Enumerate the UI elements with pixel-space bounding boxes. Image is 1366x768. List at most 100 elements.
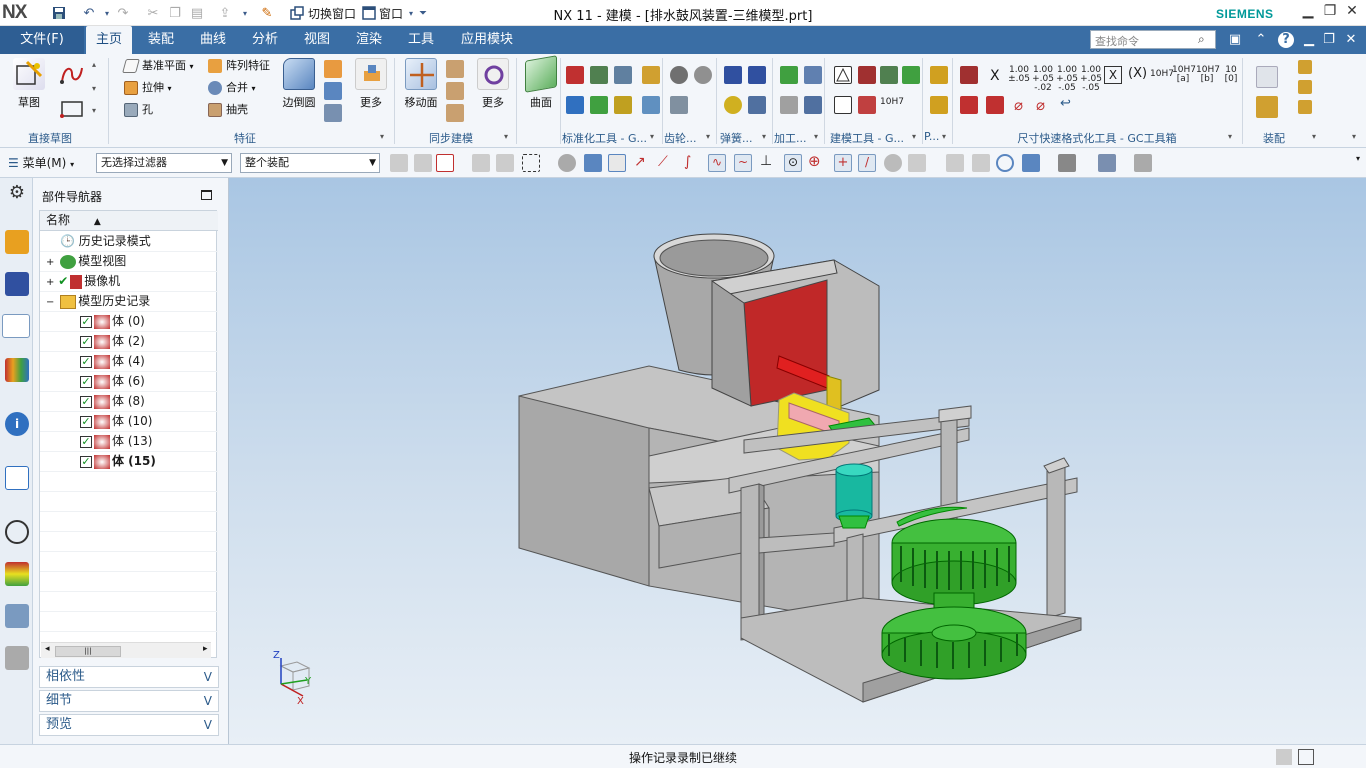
- tab-curve[interactable]: 曲线: [192, 26, 234, 54]
- selection-tool-icon[interactable]: [496, 154, 514, 172]
- chamfer-icon[interactable]: [324, 60, 342, 78]
- machining-icon[interactable]: [804, 66, 822, 84]
- redo-icon[interactable]: ↷: [114, 4, 132, 22]
- scrollbar-thumb[interactable]: |||: [55, 646, 121, 657]
- spring-icon[interactable]: [724, 66, 742, 84]
- modeling-tool-icon[interactable]: [858, 66, 876, 84]
- window-icon[interactable]: [360, 4, 378, 22]
- assembly-tool-icon[interactable]: [1298, 60, 1312, 74]
- tree-row-body[interactable]: ✓ 体 (4): [40, 352, 218, 372]
- rectangle-select-icon[interactable]: [522, 154, 540, 172]
- reuse-library-icon[interactable]: [5, 358, 29, 382]
- modeling-tool-icon[interactable]: [858, 96, 876, 114]
- history-icon[interactable]: [5, 520, 29, 544]
- quick-access-customize-icon[interactable]: ⏷: [414, 4, 432, 22]
- fit-10h7-icon[interactable]: 10H7 [b]: [1196, 66, 1220, 84]
- ribbon-display-icon[interactable]: ▣: [1226, 31, 1244, 49]
- gear-icon[interactable]: [670, 66, 688, 84]
- modeling-tool-icon[interactable]: [902, 66, 920, 84]
- standard-tool-icon[interactable]: [614, 96, 632, 114]
- horizontal-scrollbar[interactable]: ◂ ||| ▸: [41, 642, 211, 658]
- scroll-left-icon[interactable]: ◂: [45, 644, 50, 654]
- remove-tolerance-icon[interactable]: X: [990, 68, 1000, 84]
- tab-view[interactable]: 视图: [296, 26, 338, 54]
- minimize-icon[interactable]: ▁: [1298, 3, 1318, 23]
- fit-10-icon[interactable]: 10 [0]: [1220, 66, 1242, 84]
- tab-analysis[interactable]: 分析: [244, 26, 286, 54]
- tree-row-model-history[interactable]: − 模型历史记录: [40, 292, 218, 312]
- close-icon[interactable]: ✕: [1342, 3, 1362, 23]
- preview-panel[interactable]: 预览 V: [39, 714, 219, 736]
- tree-row-cameras[interactable]: + ✔ 摄像机: [40, 272, 218, 292]
- system-materials-icon[interactable]: [5, 562, 29, 586]
- tab-tools[interactable]: 工具: [400, 26, 442, 54]
- unite-button[interactable]: 合并 ▾: [208, 78, 256, 98]
- part-navigator-icon[interactable]: [2, 314, 30, 338]
- standard-tool-icon[interactable]: [614, 66, 632, 84]
- help-icon[interactable]: ?: [1278, 32, 1294, 48]
- collapse-ribbon-icon[interactable]: ⌃: [1252, 31, 1270, 49]
- diameter-icon[interactable]: ⌀: [1014, 96, 1023, 114]
- tree-row-history-mode[interactable]: 🕒 历史记录模式: [40, 232, 218, 252]
- control-point-icon[interactable]: ∿: [708, 154, 726, 172]
- process-studio-icon[interactable]: [5, 604, 29, 628]
- tab-applications[interactable]: 应用模块: [452, 26, 522, 54]
- sketch-button[interactable]: 草图: [8, 58, 50, 118]
- offset-region-icon[interactable]: [446, 82, 464, 100]
- render-style-icon[interactable]: [1058, 154, 1076, 172]
- tree-row-body-current[interactable]: ✓ 体 (15): [40, 452, 218, 472]
- tree-row-model-views[interactable]: + 模型视图: [40, 252, 218, 272]
- repeat-command-icon[interactable]: ⇪: [216, 4, 234, 22]
- machining-icon[interactable]: [780, 66, 798, 84]
- arc-center-icon[interactable]: ⊙: [784, 154, 802, 172]
- checkbox[interactable]: ✓: [80, 315, 92, 328]
- group-options-icon[interactable]: ▾: [706, 132, 710, 141]
- graphics-window[interactable]: Z Y X: [229, 178, 1366, 744]
- maximize-icon[interactable]: [201, 190, 212, 200]
- settings-icon[interactable]: ⚙: [5, 182, 29, 206]
- search-icon[interactable]: ⌕: [1198, 32, 1212, 46]
- bounded-grid-icon[interactable]: [908, 154, 926, 172]
- selection-scope-dropdown[interactable]: 整个装配 ▼: [240, 153, 380, 173]
- selection-info-icon[interactable]: [1276, 749, 1292, 765]
- spring-tool-icon[interactable]: [724, 96, 742, 114]
- end-point-icon[interactable]: ↗: [634, 154, 646, 170]
- tree-row-body[interactable]: ✓ 体 (10): [40, 412, 218, 432]
- box-x-icon[interactable]: X: [1104, 66, 1122, 84]
- group-options-icon[interactable]: ▾: [504, 132, 508, 141]
- selection-intent-icon[interactable]: [414, 154, 432, 172]
- extrude-button[interactable]: 拉伸 ▾: [124, 78, 172, 98]
- dependencies-panel[interactable]: 相依性 V: [39, 666, 219, 688]
- feature-more-button[interactable]: 更多: [350, 58, 392, 118]
- checkbox[interactable]: ✓: [80, 375, 92, 388]
- existing-point-icon[interactable]: +: [834, 154, 852, 172]
- p-tool-icon[interactable]: [930, 96, 948, 114]
- triangle-icon[interactable]: [834, 66, 852, 84]
- tab-render[interactable]: 渲染: [348, 26, 390, 54]
- show-hide-icon[interactable]: [1134, 154, 1152, 172]
- collapse-icon[interactable]: −: [46, 297, 54, 308]
- standard-tool-icon[interactable]: [590, 96, 608, 114]
- switch-window-icon[interactable]: [288, 4, 306, 22]
- group-options-icon[interactable]: ▾: [762, 132, 766, 141]
- sync-more-button[interactable]: 更多: [472, 58, 514, 118]
- tree-row-body[interactable]: ✓ 体 (13): [40, 432, 218, 452]
- intersection-point-icon[interactable]: ⊥: [760, 153, 772, 169]
- pull-face-icon[interactable]: [446, 60, 464, 78]
- shell-button[interactable]: 抽壳: [208, 100, 248, 120]
- group-options-icon[interactable]: ▾: [814, 132, 818, 141]
- group-options-icon[interactable]: ▾: [942, 132, 946, 141]
- orient-view-icon[interactable]: [1022, 154, 1040, 172]
- pattern-feature-button[interactable]: 阵列特征: [208, 56, 270, 76]
- rectangle-icon[interactable]: [58, 94, 86, 122]
- delete-face-icon[interactable]: [446, 104, 464, 122]
- fit-10h7-icon[interactable]: 10H7 [a]: [1172, 66, 1196, 84]
- checkbox[interactable]: ✓: [80, 355, 92, 368]
- scroll-right-icon[interactable]: ▸: [203, 644, 208, 654]
- tab-home[interactable]: 主页: [86, 26, 132, 54]
- format-tolerance-icon[interactable]: 1.00 +.05 -.02: [1032, 66, 1054, 93]
- assembly-navigator-icon[interactable]: [5, 230, 29, 254]
- quadrant-point-icon[interactable]: ⊕: [808, 152, 821, 170]
- roles-icon[interactable]: [5, 646, 29, 670]
- hd3d-tools-icon[interactable]: i: [5, 412, 29, 436]
